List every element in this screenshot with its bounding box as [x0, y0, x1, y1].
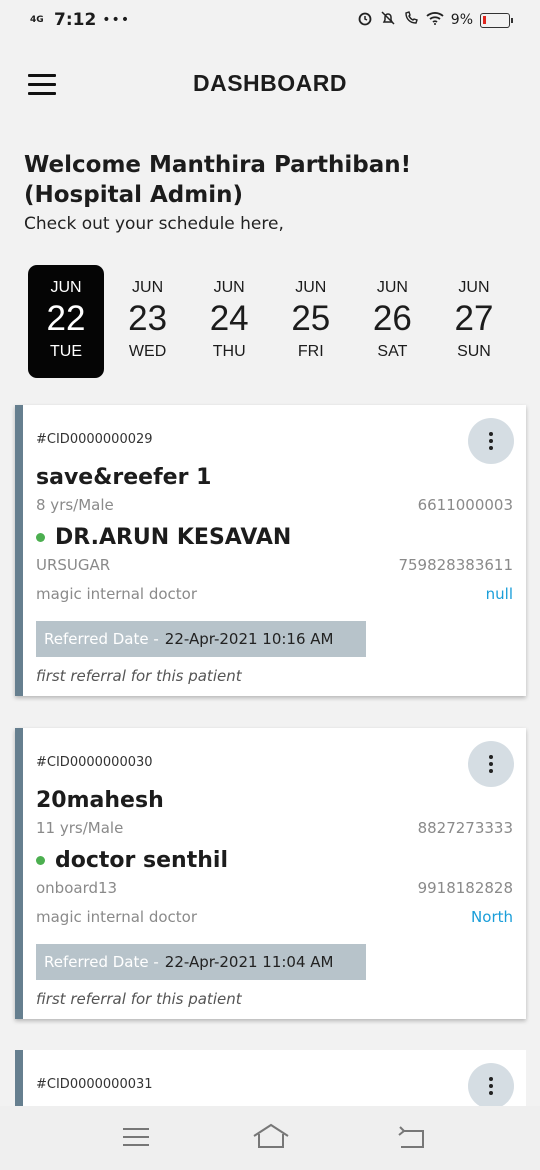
date-item[interactable]: JUN 27 SUN — [436, 265, 512, 378]
doctor-phone: 9918182828 — [417, 879, 513, 897]
date-month: JUN — [376, 279, 408, 296]
patient-age-gender: 11 yrs/Male — [36, 819, 124, 837]
more-options-button[interactable] — [468, 418, 514, 464]
referral-card[interactable]: #CID0000000031 — [15, 1050, 526, 1106]
referred-date-label: Referred Date - — [44, 630, 159, 648]
date-month: JUN — [213, 279, 245, 296]
alarm-icon — [357, 10, 373, 30]
welcome-title: Welcome Manthira Parthiban! (Hospital Ad… — [24, 152, 412, 208]
date-weekday: TUE — [50, 343, 82, 360]
date-item[interactable]: JUN 23 WED — [110, 265, 186, 378]
more-vertical-icon — [489, 755, 493, 759]
system-navigation-bar — [0, 1106, 540, 1170]
date-weekday: FRI — [297, 343, 324, 360]
date-day: 25 — [291, 299, 331, 338]
battery-icon — [480, 12, 513, 28]
home-icon[interactable] — [252, 1122, 290, 1150]
network-indicator: 4G — [30, 14, 44, 25]
battery-percent: 9% — [450, 12, 473, 28]
referral-card[interactable]: #CID0000000030 20mahesh 11 yrs/Male 8827… — [15, 728, 526, 1019]
referral-card[interactable]: #CID0000000029 save&reefer 1 8 yrs/Male … — [15, 405, 526, 696]
doctor-name: doctor senthil — [55, 848, 228, 873]
mute-icon — [380, 10, 396, 30]
patient-age-gender: 8 yrs/Male — [36, 496, 114, 514]
date-selector: JUN 22 TUE JUN 23 WED JUN 24 THU JUN 25 … — [28, 265, 512, 379]
referred-date-label: Referred Date - — [44, 953, 159, 971]
doctor-row: doctor senthil — [36, 848, 228, 873]
status-dot-icon — [36, 856, 45, 865]
location-link[interactable]: North — [471, 908, 513, 926]
date-day: 22 — [46, 299, 86, 338]
case-id: #CID0000000031 — [36, 1077, 153, 1092]
more-options-button[interactable] — [468, 741, 514, 787]
patient-phone: 8827273333 — [417, 819, 513, 837]
date-weekday: THU — [212, 343, 246, 360]
doctor-row: DR.ARUN KESAVAN — [36, 525, 291, 550]
menu-icon[interactable] — [123, 1128, 149, 1148]
doctor-name: DR.ARUN KESAVAN — [55, 525, 292, 550]
wifi-call-icon — [403, 10, 419, 30]
referral-note: first referral for this patient — [36, 667, 242, 685]
date-day: 24 — [209, 299, 249, 338]
wifi-icon — [426, 11, 444, 29]
referral-note: first referral for this patient — [36, 990, 242, 1008]
date-month: JUN — [132, 279, 164, 296]
referred-date-box: Referred Date - 22-Apr-2021 11:04 AM — [36, 944, 366, 980]
status-time: 7:12 — [54, 10, 97, 30]
date-day: 26 — [372, 299, 412, 338]
status-bar: 4G 7:12 ••• 9% — [0, 0, 540, 42]
hospital-name: onboard13 — [36, 879, 118, 897]
referred-date-box: Referred Date - 22-Apr-2021 10:16 AM — [36, 621, 366, 657]
location-link[interactable]: null — [486, 585, 513, 603]
more-vertical-icon — [489, 1077, 493, 1081]
doctor-phone: 759828383611 — [398, 556, 513, 574]
date-month: JUN — [50, 279, 82, 296]
referred-date-value: 22-Apr-2021 11:04 AM — [164, 953, 334, 971]
date-item[interactable]: JUN 24 THU — [191, 265, 267, 378]
date-item[interactable]: JUN 25 FRI — [273, 265, 349, 378]
case-id: #CID0000000030 — [36, 755, 153, 770]
notification-overflow: ••• — [102, 12, 131, 28]
patient-name: 20mahesh — [36, 788, 164, 813]
patient-phone: 6611000003 — [417, 496, 513, 514]
date-weekday: SUN — [457, 343, 491, 360]
back-icon[interactable] — [396, 1124, 426, 1150]
date-day: 27 — [454, 299, 494, 338]
date-weekday: WED — [128, 343, 167, 360]
referred-date-value: 22-Apr-2021 10:16 AM — [164, 630, 334, 648]
welcome-subtitle: Check out your schedule here, — [24, 214, 284, 234]
date-item-selected[interactable]: JUN 22 TUE — [28, 265, 104, 378]
more-vertical-icon — [489, 432, 493, 436]
hospital-name: URSUGAR — [36, 556, 111, 574]
case-id: #CID0000000029 — [36, 432, 153, 447]
more-options-button[interactable] — [468, 1063, 514, 1106]
date-month: JUN — [458, 279, 490, 296]
date-month: JUN — [295, 279, 327, 296]
status-dot-icon — [36, 533, 45, 542]
date-weekday: SAT — [377, 343, 408, 360]
patient-name: save&reefer 1 — [36, 465, 212, 490]
doctor-type: magic internal doctor — [36, 585, 198, 603]
date-item[interactable]: JUN 26 SAT — [354, 265, 430, 378]
page-title: DASHBOARD — [193, 70, 347, 96]
date-day: 23 — [128, 299, 168, 338]
doctor-type: magic internal doctor — [36, 908, 198, 926]
